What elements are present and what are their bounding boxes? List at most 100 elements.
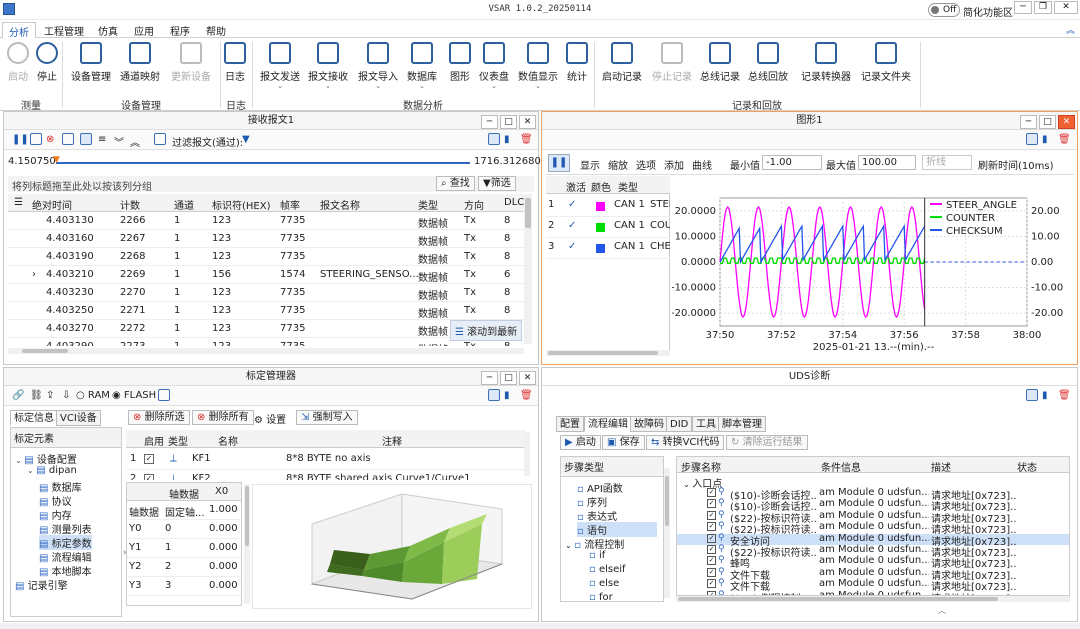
scrollbar[interactable] (524, 432, 530, 476)
bookmark-icon[interactable]: ▮ (504, 390, 510, 401)
stop-button[interactable]: 停止 (33, 42, 61, 83)
column-header[interactable]: 激活 (566, 179, 586, 194)
dock-icon[interactable] (1026, 389, 1038, 401)
gauge-button[interactable]: 仪表盘 ⌄ (476, 42, 512, 90)
device-manager-button[interactable]: 设备管理 (70, 42, 112, 83)
table-row[interactable]: › 4.403210 2269 1 156 1574 STEERING_SENSO... 数据… (8, 266, 524, 284)
menu-help[interactable]: 帮助 (200, 22, 232, 38)
dock-icon[interactable] (1026, 133, 1038, 145)
column-header[interactable]: 计数 (120, 197, 140, 212)
calib-tree-item[interactable]: ▤ 本地脚本 (39, 563, 92, 578)
refresh-time-label[interactable]: 刷新时间(10ms) (978, 157, 1053, 172)
calib-tree-item[interactable]: ▤ 标定参数 (39, 535, 92, 550)
step-checkbox[interactable]: ✓ (707, 533, 716, 543)
table-row[interactable]: 4.403190 2268 1 123 7735 数据帧 Tx 8 (8, 248, 524, 266)
table-row[interactable]: 4.403270227211237735数据帧Tx8 (8, 320, 524, 338)
curve-menu[interactable]: 曲线 (692, 157, 712, 172)
column-header[interactable]: 颜色 (591, 179, 611, 194)
step-type-item[interactable]: ▫ else (589, 578, 619, 589)
column-header[interactable]: 绝对时间 (32, 197, 72, 212)
step-type-item[interactable]: ▫ API函数 (577, 480, 623, 495)
column-header[interactable]: 名称 (218, 433, 238, 448)
uds-tab[interactable]: DID (666, 416, 693, 432)
power-button[interactable]: 启动 (4, 42, 32, 83)
import-button[interactable]: 报文导入 ⌄ (356, 42, 400, 90)
menu-application[interactable]: 应用 (128, 22, 160, 38)
step-type-item[interactable]: ▫ 序列 (577, 494, 607, 509)
table-row[interactable]: 1 ✓ ⟂ KF1 8*8 BYTE no axis (126, 450, 526, 470)
upload-icon[interactable]: ⇪ (46, 390, 54, 401)
column-header[interactable]: 通道 (174, 197, 194, 212)
bookmark-icon[interactable]: ▮ (1042, 134, 1048, 145)
pause-icon[interactable]: ❚❚ (12, 134, 29, 145)
signal-row[interactable]: 1 ✓ CAN 1 STEE (546, 196, 670, 217)
signal-color-swatch[interactable] (596, 223, 605, 232)
column-header[interactable]: DLC (504, 197, 524, 208)
signal-active-checkbox[interactable]: ✓ (568, 220, 576, 231)
chart-button[interactable]: 图形 (446, 42, 474, 83)
receive-message-button[interactable]: 报文接收 ⌄ (306, 42, 350, 90)
panel-minimize-button[interactable]: ─ (481, 115, 498, 129)
send-message-button[interactable]: 报文发送 ⌄ (258, 42, 302, 90)
calib-tree-item[interactable]: ⌄ ▤ dipan (27, 465, 77, 476)
panel-minimize-button[interactable]: ─ (1020, 115, 1037, 129)
column-header[interactable]: 方向 (464, 197, 484, 212)
download-icon[interactable]: ⇩ (62, 390, 70, 401)
signal-row[interactable]: 3 ✓ CAN 1 CHE (546, 238, 670, 259)
convert-vci-code-button[interactable]: ⇆ 转换VCI代码 (646, 435, 725, 450)
panel-maximize-button[interactable]: □ (500, 371, 517, 385)
panel-maximize-button[interactable]: □ (500, 115, 517, 129)
record-stop-button[interactable]: 停止记录 (650, 42, 694, 83)
step-row[interactable]: ✓ ⚲ ($22)-按标识符读... am Module 0 udsfun... 请求地… (677, 521, 1069, 536)
numeric-display-button[interactable]: 数值显示 ⌄ (516, 42, 560, 90)
statistics-button[interactable]: 统计 (564, 42, 590, 83)
simplify-ribbon-toggle[interactable]: Off (928, 3, 960, 17)
clear-results-button[interactable]: ↻ 清除运行结果 (726, 435, 808, 450)
menu-simulation[interactable]: 仿真 (92, 22, 124, 38)
min-value-input[interactable]: -1.00 (762, 155, 822, 170)
menu-project[interactable]: 工程管理 (38, 22, 90, 38)
step-type-item[interactable]: ▫ 语句 (577, 522, 657, 537)
bookmark-icon[interactable]: ▮ (1042, 390, 1048, 401)
panel-close-button[interactable]: ✕ (519, 115, 536, 129)
link-icon[interactable]: 🔗 (12, 390, 24, 401)
column-header[interactable]: 条件信息 (821, 459, 861, 474)
scroll-mode-icon[interactable] (80, 133, 92, 145)
step-row[interactable]: ✓ ⚲ ($22)-按标识符读... am Module 0 udsfun... 请求地… (677, 510, 1069, 525)
expand-toggle-icon[interactable]: ︿ (938, 605, 946, 616)
ram-radio[interactable]: ○ RAM (76, 390, 110, 401)
clear-icon[interactable]: ⊗ (46, 134, 54, 145)
channel-map-button[interactable]: 通道映射 (118, 42, 162, 83)
record-folder-button[interactable]: 记录文件夹 (860, 42, 912, 83)
menu-program[interactable]: 程序 (164, 22, 196, 38)
signal-color-swatch[interactable] (596, 202, 605, 211)
calib-info-icon[interactable] (158, 389, 170, 401)
menu-analysis[interactable]: 分析 (2, 22, 36, 39)
calib-tree-item[interactable]: ▤ 记录引擎 (15, 577, 68, 592)
table-row[interactable]: 4.403130 2266 1 123 7735 数据帧 Tx 8 (8, 212, 524, 230)
signal-row[interactable]: 2 ✓ CAN 1 COU (546, 217, 670, 238)
uds-start-button[interactable]: ▶ 启动 (560, 435, 601, 450)
find-button[interactable]: ⌕ 查找 (436, 176, 475, 191)
copy-icon[interactable] (30, 133, 42, 145)
max-value-input[interactable]: 100.00 (858, 155, 916, 170)
scroll-to-latest-button[interactable]: ☰ 滚动到最新 (450, 320, 523, 341)
export-icon[interactable] (154, 133, 166, 145)
panel-close-button[interactable]: ✕ (519, 371, 536, 385)
delete-selected-button[interactable]: ⊗ 删除所选 (128, 410, 190, 425)
step-checkbox[interactable]: ✓ (707, 545, 716, 554)
column-header[interactable]: 报文名称 (320, 197, 360, 212)
signal-active-checkbox[interactable]: ✓ (568, 199, 576, 210)
bus-record-button[interactable]: 总线记录 (698, 42, 742, 83)
signal-color-swatch[interactable] (596, 244, 605, 253)
delete-all-button[interactable]: ⊗ 删除所有 (192, 410, 254, 425)
delete-icon[interactable]: 🗑 (520, 390, 533, 401)
step-type-item[interactable]: ⌄ ▫ 流程控制 (565, 536, 624, 551)
step-row[interactable]: ✓ ⚲ 文件下载 am Module 0 udsfun... 请求地址[0x723]..… (677, 578, 1069, 593)
expand-icon[interactable]: ≡ (98, 134, 106, 145)
column-header[interactable]: 类型 (418, 197, 438, 212)
panel-minimize-button[interactable]: ─ (481, 371, 498, 385)
uds-tab[interactable]: 配置 (556, 416, 584, 432)
table-row[interactable]: Y3 3 0.000 (127, 577, 241, 596)
step-row[interactable]: ✓ ⚲ 安全访问 am Module 0 udsfun... 请求地址[0x723]..… (677, 533, 1069, 548)
